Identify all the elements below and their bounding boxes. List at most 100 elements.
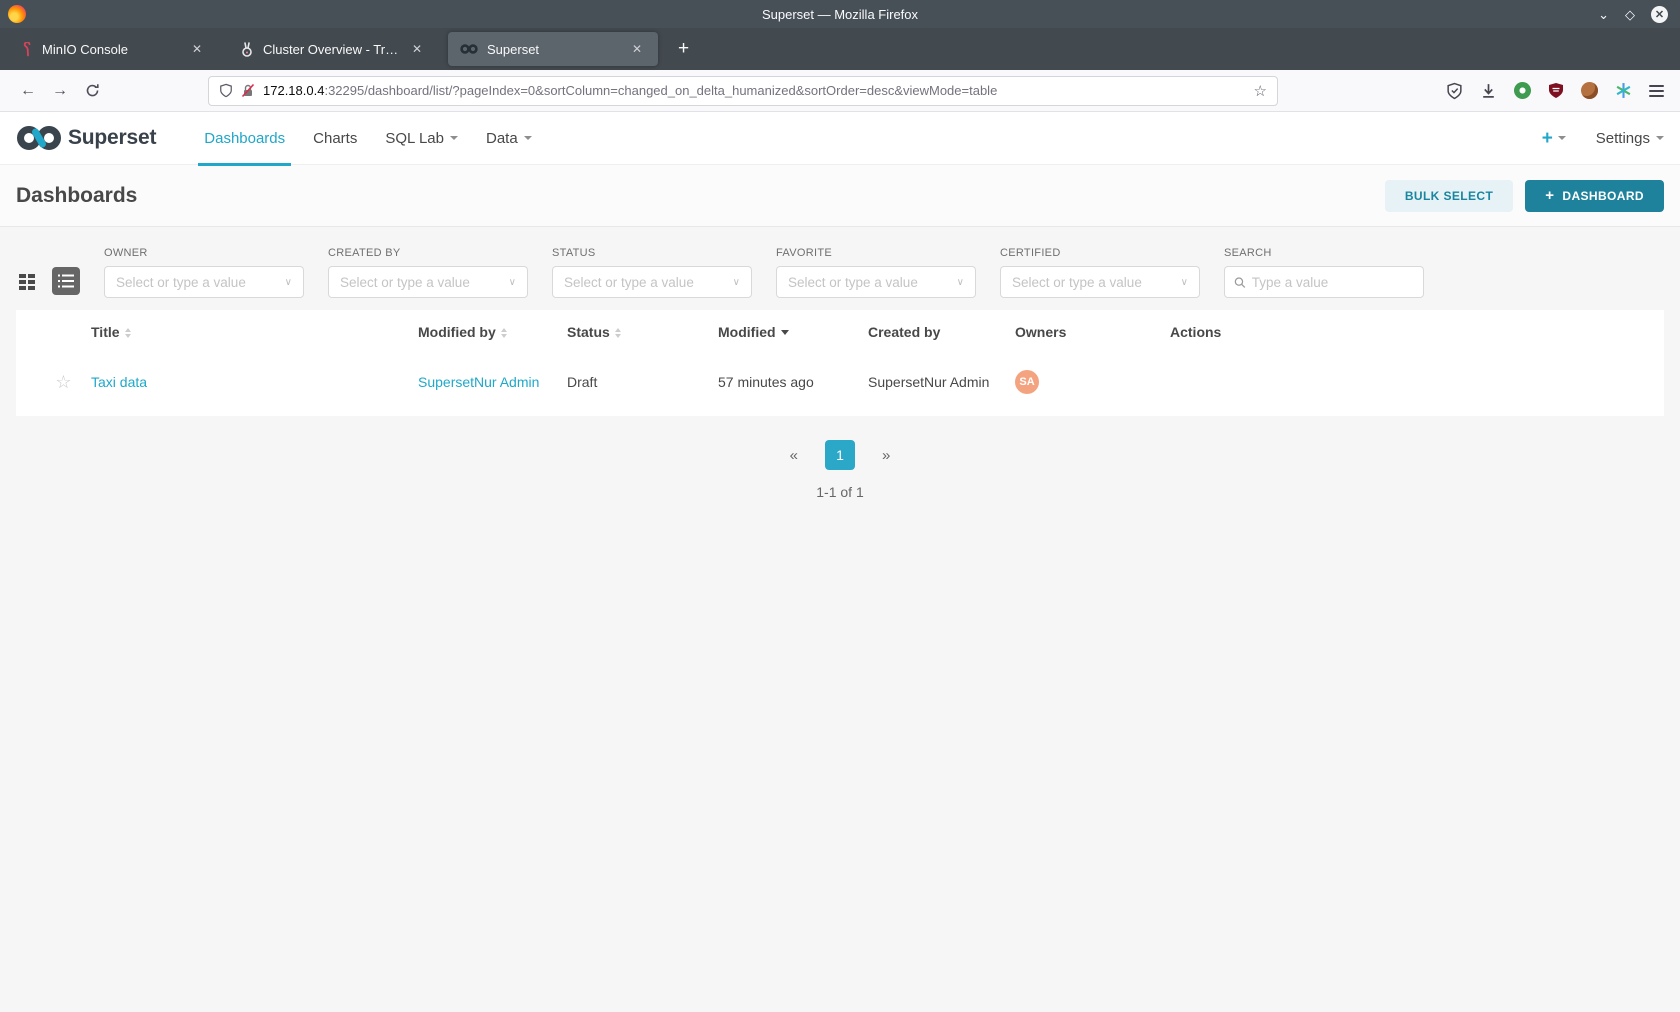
- certified-select[interactable]: Select or type a value ∨: [1000, 266, 1200, 298]
- reload-button[interactable]: [76, 76, 108, 106]
- cell-title[interactable]: Taxi data: [91, 354, 418, 410]
- list-view-icon-active[interactable]: [52, 267, 80, 295]
- menu-hamburger-icon[interactable]: [1649, 85, 1664, 97]
- window-controls: ⌄ ◇ ✕: [1598, 6, 1668, 23]
- cookie-extension-icon[interactable]: [1581, 82, 1598, 99]
- trino-bunny-icon: [240, 42, 254, 57]
- browser-toolbar: ← → 172.18.0.4:32295/dashboard/list/?pag…: [0, 70, 1680, 112]
- dashboards-table: Title Modified by Status Modified Create…: [16, 310, 1664, 410]
- minimize-icon[interactable]: ⌄: [1598, 8, 1609, 21]
- filter-bar: OWNER Select or type a value ∨ CREATED B…: [0, 227, 1680, 298]
- firefox-logo-icon: [8, 5, 26, 23]
- created-by-select[interactable]: Select or type a value ∨: [328, 266, 528, 298]
- next-page-button[interactable]: »: [882, 447, 890, 464]
- favorite-select[interactable]: Select or type a value ∨: [776, 266, 976, 298]
- ublock-shield-icon[interactable]: [1548, 82, 1564, 99]
- tab-close-icon[interactable]: ✕: [408, 40, 426, 58]
- page-title: Dashboards: [16, 184, 137, 208]
- tab-label: Superset: [487, 42, 619, 57]
- sort-icons: [501, 328, 507, 338]
- chevron-down-icon: ∨: [957, 277, 964, 288]
- forward-button[interactable]: →: [44, 76, 76, 106]
- tab-close-icon[interactable]: ✕: [628, 40, 646, 58]
- url-path: :32295/dashboard/list/?pageIndex=0&sortC…: [324, 83, 997, 98]
- cell-modified-by[interactable]: SupersetNur Admin: [418, 354, 567, 410]
- card-view-icon[interactable]: [18, 272, 37, 291]
- sort-icons: [615, 328, 621, 338]
- pagination: « 1 »: [0, 440, 1680, 470]
- download-icon[interactable]: [1480, 82, 1497, 99]
- search-input[interactable]: [1252, 275, 1414, 290]
- window-title: Superset — Mozilla Firefox: [0, 7, 1680, 22]
- view-mode-toggles: [18, 265, 80, 297]
- settings-label: Settings: [1596, 130, 1650, 147]
- dashboard-link[interactable]: Taxi data: [91, 374, 147, 390]
- nav-item-sql-lab[interactable]: SQL Lab: [371, 112, 472, 165]
- new-dashboard-button[interactable]: + DASHBOARD: [1525, 180, 1664, 212]
- filter-label: CREATED BY: [328, 247, 528, 259]
- settings-menu[interactable]: Settings: [1596, 130, 1664, 147]
- owner-select[interactable]: Select or type a value ∨: [104, 266, 304, 298]
- tab-minio-console[interactable]: MinIO Console ✕: [8, 32, 218, 66]
- tab-superset-active[interactable]: Superset ✕: [448, 32, 658, 66]
- chevron-down-icon: ∨: [1181, 277, 1188, 288]
- cell-owners: SA: [1015, 354, 1170, 410]
- tab-trino-cluster-overview[interactable]: Cluster Overview - Trino ✕: [228, 32, 438, 66]
- search-icon: [1234, 276, 1246, 289]
- superset-brand[interactable]: Superset: [16, 124, 156, 152]
- header-owners: Owners: [1015, 310, 1170, 354]
- tab-close-icon[interactable]: ✕: [188, 40, 206, 58]
- select-placeholder: Select or type a value: [788, 275, 918, 290]
- nav-item-dashboards[interactable]: Dashboards: [190, 112, 299, 165]
- chevron-down-icon: [524, 136, 532, 140]
- url-text: 172.18.0.4:32295/dashboard/list/?pageInd…: [263, 83, 1246, 98]
- column-label: Modified: [718, 324, 776, 340]
- browser-tabbar: MinIO Console ✕ Cluster Overview - Trino…: [0, 28, 1680, 70]
- owner-avatar[interactable]: SA: [1015, 370, 1039, 394]
- minio-flamingo-icon: [20, 42, 33, 57]
- extension-green-icon[interactable]: [1514, 82, 1531, 99]
- header-modified-by[interactable]: Modified by: [418, 310, 567, 354]
- select-placeholder: Select or type a value: [564, 275, 694, 290]
- url-bar[interactable]: 172.18.0.4:32295/dashboard/list/?pageInd…: [208, 76, 1278, 106]
- sort-icons: [125, 328, 131, 338]
- url-host: 172.18.0.4: [263, 83, 324, 98]
- page-1-button[interactable]: 1: [825, 440, 855, 470]
- header-title[interactable]: Title: [91, 310, 418, 354]
- new-dashboard-label: DASHBOARD: [1562, 189, 1644, 203]
- plus-icon: +: [1542, 129, 1553, 148]
- filter-label: SEARCH: [1224, 247, 1424, 259]
- header-modified[interactable]: Modified: [718, 310, 868, 354]
- header-actions: BULK SELECT + DASHBOARD: [1385, 180, 1664, 212]
- column-label: Created by: [868, 324, 940, 340]
- nav-right-section: + Settings: [1542, 129, 1664, 148]
- column-label: Modified by: [418, 324, 496, 340]
- nav-item-data[interactable]: Data: [472, 112, 546, 165]
- cell-created-by: SupersetNur Admin: [868, 354, 1015, 410]
- colorful-asterisk-extension-icon[interactable]: [1615, 82, 1632, 99]
- select-placeholder: Select or type a value: [116, 275, 246, 290]
- nav-item-charts[interactable]: Charts: [299, 112, 371, 165]
- close-window-icon[interactable]: ✕: [1651, 6, 1668, 23]
- back-button[interactable]: ←: [12, 76, 44, 106]
- previous-page-button[interactable]: «: [790, 447, 798, 464]
- header-status[interactable]: Status: [567, 310, 718, 354]
- select-placeholder: Select or type a value: [340, 275, 470, 290]
- chevron-down-icon: ∨: [285, 277, 292, 288]
- maximize-icon[interactable]: ◇: [1625, 8, 1635, 21]
- filter-label: CERTIFIED: [1000, 247, 1200, 259]
- status-select[interactable]: Select or type a value ∨: [552, 266, 752, 298]
- bookmark-star-icon[interactable]: ☆: [1254, 82, 1267, 100]
- cell-modified: 57 minutes ago: [718, 354, 868, 410]
- insecure-lock-icon: [241, 83, 255, 98]
- new-tab-button[interactable]: +: [668, 38, 699, 60]
- bulk-select-button[interactable]: BULK SELECT: [1385, 180, 1513, 212]
- nav-label: Charts: [313, 130, 357, 147]
- new-item-plus-button[interactable]: +: [1542, 129, 1566, 148]
- column-label: Actions: [1170, 324, 1221, 340]
- favorite-toggle[interactable]: ☆: [16, 354, 91, 410]
- shield-check-icon[interactable]: [1446, 82, 1463, 100]
- cell-actions: [1170, 354, 1664, 410]
- user-link[interactable]: SupersetNur Admin: [418, 374, 539, 390]
- nav-label: Dashboards: [204, 130, 285, 147]
